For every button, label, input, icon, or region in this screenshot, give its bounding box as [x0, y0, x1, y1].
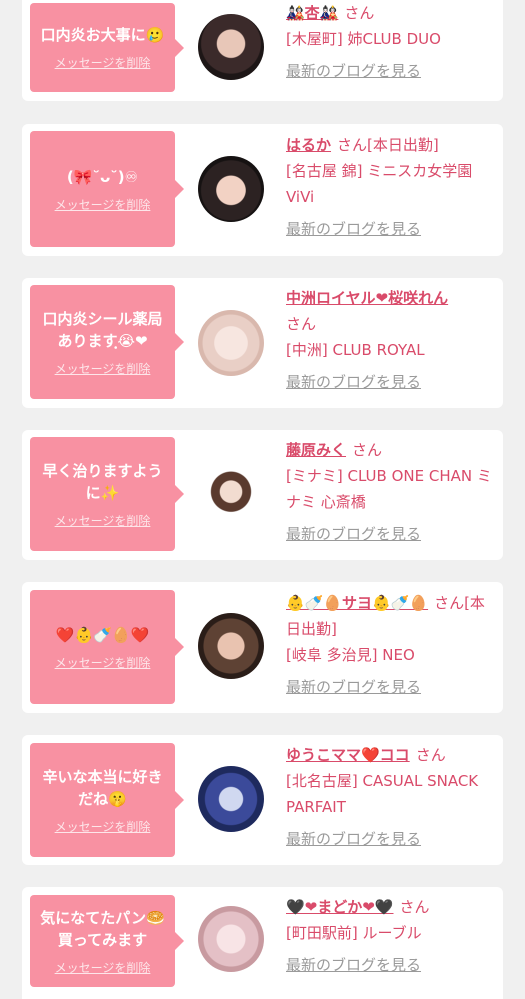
delete-message-link[interactable]: メッセージを削除	[55, 360, 151, 377]
latest-blog-link[interactable]: 最新のブログを見る	[286, 674, 421, 700]
message-card: 辛いな本当に好きだね🤫 メッセージを削除 ゆうこママ❤️ココ さん [北名古屋] …	[22, 735, 503, 865]
avatar[interactable]	[198, 310, 264, 376]
message-card: ❤️👶🍼🥚❤️ メッセージを削除 👶🍼🥚サヨ👶🍼🥚 さん[本日出勤] [岐阜 多治…	[22, 582, 503, 713]
sender-info: 🎎杏🎎 さん [木屋町] 姉CLUB DUO 最新のブログを見る	[286, 0, 492, 84]
shop-name: [木屋町] 姉CLUB DUO	[286, 30, 441, 48]
sender-line: はるか さん[本日出勤]	[286, 132, 492, 158]
message-bubble: 辛いな本当に好きだね🤫 メッセージを削除	[30, 743, 184, 857]
message-text: 早く治りますように✨	[42, 461, 163, 502]
avatar[interactable]	[198, 14, 264, 80]
sender-info: はるか さん[本日出勤] [名古屋 錦] ミニスカ女学園ViVi 最新のブログを見…	[286, 132, 492, 242]
message-card: 口内炎お大事に🥲 メッセージを削除 🎎杏🎎 さん [木屋町] 姉CLUB DUO …	[22, 0, 503, 101]
avatar[interactable]	[198, 766, 264, 832]
message-card: (🎀˘ᴗ˘)♾ メッセージを削除 はるか さん[本日出勤] [名古屋 錦] ミニス…	[22, 124, 503, 256]
message-bubble: 口内炎シール薬局ありますฺ😭❤ メッセージを削除	[30, 285, 184, 399]
avatar[interactable]	[198, 156, 264, 222]
sender-info: 🖤❤まどか❤🖤 さん [町田駅前] ルーブル 最新のブログを見る	[286, 894, 492, 978]
message-bubble: 口内炎お大事に🥲 メッセージを削除	[30, 3, 184, 92]
message-bubble: (🎀˘ᴗ˘)♾ メッセージを削除	[30, 131, 184, 247]
message-bubble: 気になてたパン🥯買ってみます メッセージを削除	[30, 895, 184, 987]
sender-name-link[interactable]: はるか	[286, 136, 331, 154]
san-label: さん	[415, 746, 446, 764]
message-text: 口内炎シール薬局ありますฺ😭❤	[42, 309, 163, 350]
sender-info: 👶🍼🥚サヨ👶🍼🥚 さん[本日出勤] [岐阜 多治見] NEO 最新のブログを見る	[286, 590, 492, 700]
avatar[interactable]	[198, 906, 264, 972]
sender-line: ゆうこママ❤️ココ さん	[286, 742, 492, 768]
delete-message-link[interactable]: メッセージを削除	[55, 818, 151, 835]
sender-line: 🖤❤まどか❤🖤 さん	[286, 894, 492, 920]
san-label: さん	[337, 136, 368, 154]
shop-name: [中洲] CLUB ROYAL	[286, 341, 425, 359]
latest-blog-link[interactable]: 最新のブログを見る	[286, 58, 421, 84]
latest-blog-link[interactable]: 最新のブログを見る	[286, 521, 421, 547]
message-card: 口内炎シール薬局ありますฺ😭❤ メッセージを削除 中洲ロイヤル❤桜咲れん さん […	[22, 278, 503, 408]
shop-name: [名古屋 錦] ミニスカ女学園ViVi	[286, 162, 473, 206]
delete-message-link[interactable]: メッセージを削除	[55, 959, 151, 976]
sender-name-link[interactable]: 藤原みく	[286, 441, 346, 459]
san-label: さん	[399, 898, 430, 916]
message-text: 辛いな本当に好きだね🤫	[42, 767, 163, 808]
shop-name: [北名古屋] CASUAL SNACK PARFAIT	[286, 772, 479, 816]
san-label: さん	[434, 594, 465, 612]
sender-info: 藤原みく さん [ミナミ] CLUB ONE CHAN ミナミ 心斎橋 最新のブロ…	[286, 437, 492, 547]
delete-message-link[interactable]: メッセージを削除	[55, 196, 151, 213]
sender-line: 👶🍼🥚サヨ👶🍼🥚 さん[本日出勤]	[286, 590, 492, 642]
latest-blog-link[interactable]: 最新のブログを見る	[286, 369, 421, 395]
latest-blog-link[interactable]: 最新のブログを見る	[286, 216, 421, 242]
sender-name-link[interactable]: ゆうこママ❤️ココ	[286, 746, 410, 764]
delete-message-link[interactable]: メッセージを削除	[55, 512, 151, 529]
delete-message-link[interactable]: メッセージを削除	[55, 54, 151, 71]
avatar[interactable]	[198, 613, 264, 679]
work-status: [本日出勤]	[367, 136, 439, 154]
message-card: 早く治りますように✨ メッセージを削除 藤原みく さん [ミナミ] CLUB ON…	[22, 430, 503, 560]
sender-name-link[interactable]: 中洲ロイヤル❤桜咲れん	[286, 289, 448, 307]
sender-info: 中洲ロイヤル❤桜咲れん さん [中洲] CLUB ROYAL 最新のブログを見る	[286, 285, 492, 395]
sender-name-link[interactable]: 👶🍼🥚サヨ👶🍼🥚	[286, 594, 428, 612]
delete-message-link[interactable]: メッセージを削除	[55, 654, 151, 671]
message-text: 口内炎お大事に🥲	[40, 26, 165, 44]
shop-name: [ミナミ] CLUB ONE CHAN ミナミ 心斎橋	[286, 467, 492, 511]
sender-line: 中洲ロイヤル❤桜咲れん さん	[286, 285, 492, 337]
message-card: 気になてたパン🥯買ってみます メッセージを削除 🖤❤まどか❤🖤 さん [町田駅前]…	[22, 887, 503, 999]
sender-name-link[interactable]: 🎎杏🎎	[286, 4, 338, 22]
shop-name: [岐阜 多治見] NEO	[286, 646, 415, 664]
shop-name: [町田駅前] ルーブル	[286, 924, 422, 942]
message-bubble: ❤️👶🍼🥚❤️ メッセージを削除	[30, 590, 184, 704]
san-label: さん	[344, 4, 375, 22]
san-label: さん	[286, 315, 317, 333]
san-label: さん	[352, 441, 383, 459]
message-text: (🎀˘ᴗ˘)♾	[66, 167, 139, 186]
avatar[interactable]	[198, 462, 264, 528]
message-bubble: 早く治りますように✨ メッセージを削除	[30, 437, 184, 551]
latest-blog-link[interactable]: 最新のブログを見る	[286, 952, 421, 978]
message-text: 気になてたパン🥯買ってみます	[40, 908, 165, 949]
sender-line: 藤原みく さん	[286, 437, 492, 463]
sender-name-link[interactable]: 🖤❤まどか❤🖤	[286, 898, 394, 916]
sender-line: 🎎杏🎎 さん	[286, 0, 492, 26]
latest-blog-link[interactable]: 最新のブログを見る	[286, 826, 421, 852]
sender-info: ゆうこママ❤️ココ さん [北名古屋] CASUAL SNACK PARFAIT …	[286, 742, 492, 852]
message-text: ❤️👶🍼🥚❤️	[55, 625, 150, 644]
